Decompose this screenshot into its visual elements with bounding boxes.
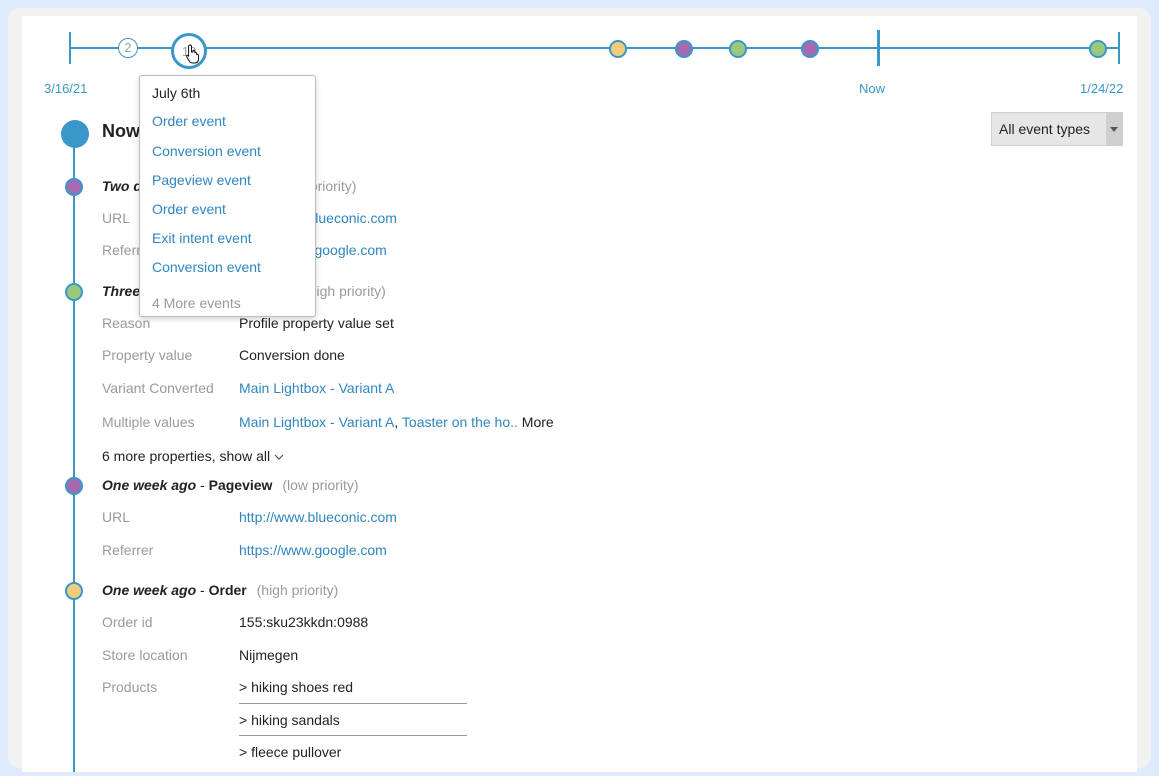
property-label: Order id [102,614,153,630]
property-value: Profile property value set [239,315,394,331]
app-card: 2 10 3/16/21 Now 1/24/22 All event types… [8,8,1151,772]
event-title[interactable]: One week ago - Pageview (low priority) [102,477,359,493]
product-item[interactable]: > fleece pullover [239,744,341,760]
popup-event-link[interactable]: Conversion event [152,143,261,159]
popup-event-link[interactable]: Pageview event [152,172,251,188]
event-cluster-popup: July 6th Order event Conversion event Pa… [139,75,316,317]
property-link[interactable]: Main Lightbox - Variant A [239,414,394,430]
event-list-line [73,140,75,772]
property-label: Referrer [102,542,154,558]
event-title[interactable]: One week ago - Order (high priority) [102,582,338,598]
timeline-now-label: Now [859,81,886,96]
divider [239,703,467,704]
property-label: Products [102,679,158,695]
property-label: URL [102,210,131,226]
timeline-panel: 2 10 3/16/21 Now 1/24/22 All event types… [22,16,1137,772]
event-cluster-small[interactable]: 2 [118,38,138,58]
property-label: Property value [102,347,193,363]
event-type-filter[interactable]: All event types [991,112,1123,146]
property-link[interactable]: Toaster on the ho.. [402,414,518,430]
property-label: Multiple values [102,414,195,430]
popup-date: July 6th [152,85,201,101]
divider [239,735,467,736]
property-link[interactable]: https://www.google.com [239,542,387,558]
timeline-event-dot-pageview[interactable] [675,40,693,58]
property-link[interactable]: http://www.blueconic.com [239,509,397,525]
more-link[interactable]: More [522,414,554,430]
now-marker-dot [61,120,89,148]
timeline-end-tick [1118,32,1120,64]
event-dot-order [65,582,83,600]
property-link[interactable]: Main Lightbox - Variant A [239,380,394,396]
popup-event-link[interactable]: Exit intent event [152,230,252,246]
chevron-down-icon [274,454,284,461]
timeline-event-dot-conversion[interactable] [729,40,747,58]
popup-more-events[interactable]: 4 More events [152,295,241,311]
property-value: Nijmegen [239,647,299,663]
chevron-down-icon [1106,113,1122,145]
event-dot-pageview [65,477,83,495]
property-label: Variant Converted [102,380,214,396]
now-heading: Now [102,121,140,141]
property-multi-value: Main Lightbox - Variant A, Toaster on th… [239,414,554,430]
property-label: URL [102,509,131,525]
popup-event-link[interactable]: Order event [152,201,226,217]
property-value: Conversion done [239,347,345,363]
timeline-event-dot-pageview[interactable] [801,40,819,58]
timeline-start-date: 3/16/21 [44,81,88,96]
timeline-end-date: 1/24/22 [1080,81,1124,96]
hand-cursor-icon [186,44,199,64]
timeline-event-dot-conversion[interactable] [1089,40,1107,58]
timeline-track [69,47,1120,49]
popup-event-link[interactable]: Conversion event [152,259,261,275]
property-label: Reason [102,315,151,331]
timeline-event-dot-order[interactable] [609,40,627,58]
event-dot-conversion [65,283,83,301]
property-value: 155:sku23kkdn:0988 [239,614,369,630]
product-item[interactable]: > hiking sandals [239,712,340,728]
property-label: Store location [102,647,188,663]
timeline-now-marker [877,30,880,66]
show-all-properties[interactable]: 6 more properties, show all [102,448,284,464]
event-dot-pageview [65,178,83,196]
product-item[interactable]: > hiking shoes red [239,679,353,695]
popup-event-link[interactable]: Order event [152,113,226,129]
